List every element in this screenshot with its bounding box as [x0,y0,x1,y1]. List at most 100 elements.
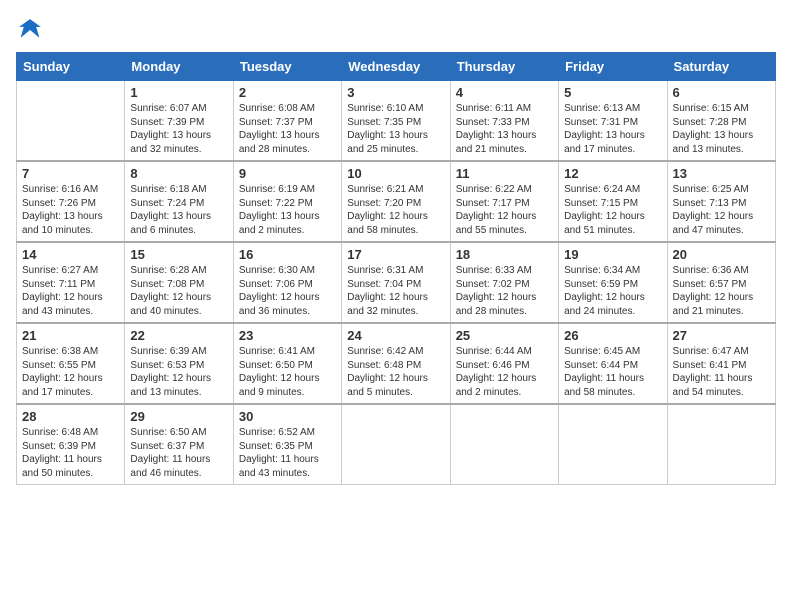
day-number: 20 [673,247,770,262]
day-info: Sunrise: 6:27 AM Sunset: 7:11 PM Dayligh… [22,264,119,318]
calendar-cell [17,81,125,162]
calendar-cell: 24 Sunrise: 6:42 AM Sunset: 6:48 PM Dayli… [342,323,450,404]
day-info: Sunrise: 6:25 AM Sunset: 7:13 PM Dayligh… [673,183,770,237]
day-info: Sunrise: 6:30 AM Sunset: 7:06 PM Dayligh… [239,264,336,318]
day-info: Sunrise: 6:42 AM Sunset: 6:48 PM Dayligh… [347,345,444,399]
day-number: 10 [347,166,444,181]
calendar-cell: 16 Sunrise: 6:30 AM Sunset: 7:06 PM Dayli… [233,242,341,323]
day-info: Sunrise: 6:10 AM Sunset: 7:35 PM Dayligh… [347,102,444,156]
day-info: Sunrise: 6:33 AM Sunset: 7:02 PM Dayligh… [456,264,553,318]
day-info: Sunrise: 6:11 AM Sunset: 7:33 PM Dayligh… [456,102,553,156]
day-number: 29 [130,409,227,424]
day-number: 16 [239,247,336,262]
calendar-cell: 2 Sunrise: 6:08 AM Sunset: 7:37 PM Daylig… [233,81,341,162]
day-info: Sunrise: 6:47 AM Sunset: 6:41 PM Dayligh… [673,345,770,399]
calendar-cell: 27 Sunrise: 6:47 AM Sunset: 6:41 PM Dayli… [667,323,775,404]
calendar-table: SundayMondayTuesdayWednesdayThursdayFrid… [16,52,776,485]
day-number: 22 [130,328,227,343]
calendar-cell: 20 Sunrise: 6:36 AM Sunset: 6:57 PM Dayli… [667,242,775,323]
day-info: Sunrise: 6:52 AM Sunset: 6:35 PM Dayligh… [239,426,336,480]
day-number: 25 [456,328,553,343]
day-number: 5 [564,85,661,100]
calendar-cell: 15 Sunrise: 6:28 AM Sunset: 7:08 PM Dayli… [125,242,233,323]
col-header-monday: Monday [125,53,233,81]
calendar-header-row: SundayMondayTuesdayWednesdayThursdayFrid… [17,53,776,81]
day-number: 17 [347,247,444,262]
day-number: 28 [22,409,119,424]
calendar-cell: 13 Sunrise: 6:25 AM Sunset: 7:13 PM Dayli… [667,161,775,242]
day-number: 4 [456,85,553,100]
calendar-cell: 6Sunrise: 6:15 AM Sunset: 7:28 PM Daylig… [667,81,775,162]
day-number: 23 [239,328,336,343]
calendar-cell [450,404,558,485]
logo [16,16,48,44]
day-info: Sunrise: 6:36 AM Sunset: 6:57 PM Dayligh… [673,264,770,318]
day-info: Sunrise: 6:44 AM Sunset: 6:46 PM Dayligh… [456,345,553,399]
day-info: Sunrise: 6:39 AM Sunset: 6:53 PM Dayligh… [130,345,227,399]
day-number: 1 [130,85,227,100]
day-info: Sunrise: 6:48 AM Sunset: 6:39 PM Dayligh… [22,426,119,480]
calendar-cell [667,404,775,485]
day-number: 13 [673,166,770,181]
day-number: 26 [564,328,661,343]
day-info: Sunrise: 6:07 AM Sunset: 7:39 PM Dayligh… [130,102,227,156]
calendar-cell [342,404,450,485]
day-info: Sunrise: 6:45 AM Sunset: 6:44 PM Dayligh… [564,345,661,399]
calendar-week-row: 7 Sunrise: 6:16 AM Sunset: 7:26 PM Daylig… [17,161,776,242]
calendar-cell: 19 Sunrise: 6:34 AM Sunset: 6:59 PM Dayli… [559,242,667,323]
calendar-cell: 4 Sunrise: 6:11 AM Sunset: 7:33 PM Daylig… [450,81,558,162]
calendar-cell: 11Sunrise: 6:22 AM Sunset: 7:17 PM Dayli… [450,161,558,242]
calendar-cell: 8Sunrise: 6:18 AM Sunset: 7:24 PM Daylig… [125,161,233,242]
calendar-cell: 14Sunrise: 6:27 AM Sunset: 7:11 PM Dayli… [17,242,125,323]
calendar-cell: 25 Sunrise: 6:44 AM Sunset: 6:46 PM Dayli… [450,323,558,404]
calendar-cell: 30 Sunrise: 6:52 AM Sunset: 6:35 PM Dayli… [233,404,341,485]
day-number: 27 [673,328,770,343]
calendar-cell: 29 Sunrise: 6:50 AM Sunset: 6:37 PM Dayli… [125,404,233,485]
day-info: Sunrise: 6:38 AM Sunset: 6:55 PM Dayligh… [22,345,119,399]
day-number: 9 [239,166,336,181]
calendar-week-row: 1 Sunrise: 6:07 AM Sunset: 7:39 PM Daylig… [17,81,776,162]
calendar-cell: 18 Sunrise: 6:33 AM Sunset: 7:02 PM Dayli… [450,242,558,323]
calendar-cell: 9Sunrise: 6:19 AM Sunset: 7:22 PM Daylig… [233,161,341,242]
day-number: 7 [22,166,119,181]
day-info: Sunrise: 6:15 AM Sunset: 7:28 PM Dayligh… [673,102,770,156]
logo-bird-icon [16,16,44,44]
day-info: Sunrise: 6:50 AM Sunset: 6:37 PM Dayligh… [130,426,227,480]
col-header-friday: Friday [559,53,667,81]
calendar-cell: 26 Sunrise: 6:45 AM Sunset: 6:44 PM Dayli… [559,323,667,404]
day-number: 15 [130,247,227,262]
day-info: Sunrise: 6:08 AM Sunset: 7:37 PM Dayligh… [239,102,336,156]
calendar-week-row: 28 Sunrise: 6:48 AM Sunset: 6:39 PM Dayli… [17,404,776,485]
day-info: Sunrise: 6:13 AM Sunset: 7:31 PM Dayligh… [564,102,661,156]
calendar-cell: 10 Sunrise: 6:21 AM Sunset: 7:20 PM Dayli… [342,161,450,242]
day-number: 21 [22,328,119,343]
calendar-cell: 17 Sunrise: 6:31 AM Sunset: 7:04 PM Dayli… [342,242,450,323]
day-number: 12 [564,166,661,181]
day-number: 3 [347,85,444,100]
day-number: 30 [239,409,336,424]
calendar-cell: 5 Sunrise: 6:13 AM Sunset: 7:31 PM Daylig… [559,81,667,162]
day-number: 2 [239,85,336,100]
day-info: Sunrise: 6:18 AM Sunset: 7:24 PM Dayligh… [130,183,227,237]
day-info: Sunrise: 6:28 AM Sunset: 7:08 PM Dayligh… [130,264,227,318]
day-info: Sunrise: 6:24 AM Sunset: 7:15 PM Dayligh… [564,183,661,237]
page-header [16,16,776,44]
calendar-cell: 12 Sunrise: 6:24 AM Sunset: 7:15 PM Dayli… [559,161,667,242]
day-info: Sunrise: 6:34 AM Sunset: 6:59 PM Dayligh… [564,264,661,318]
col-header-saturday: Saturday [667,53,775,81]
calendar-week-row: 21 Sunrise: 6:38 AM Sunset: 6:55 PM Dayli… [17,323,776,404]
col-header-thursday: Thursday [450,53,558,81]
day-info: Sunrise: 6:31 AM Sunset: 7:04 PM Dayligh… [347,264,444,318]
calendar-cell: 21 Sunrise: 6:38 AM Sunset: 6:55 PM Dayli… [17,323,125,404]
day-number: 19 [564,247,661,262]
col-header-wednesday: Wednesday [342,53,450,81]
day-info: Sunrise: 6:16 AM Sunset: 7:26 PM Dayligh… [22,183,119,237]
day-number: 24 [347,328,444,343]
calendar-cell: 23Sunrise: 6:41 AM Sunset: 6:50 PM Dayli… [233,323,341,404]
calendar-week-row: 14Sunrise: 6:27 AM Sunset: 7:11 PM Dayli… [17,242,776,323]
day-number: 18 [456,247,553,262]
day-number: 11 [456,166,553,181]
col-header-tuesday: Tuesday [233,53,341,81]
day-info: Sunrise: 6:21 AM Sunset: 7:20 PM Dayligh… [347,183,444,237]
calendar-cell [559,404,667,485]
